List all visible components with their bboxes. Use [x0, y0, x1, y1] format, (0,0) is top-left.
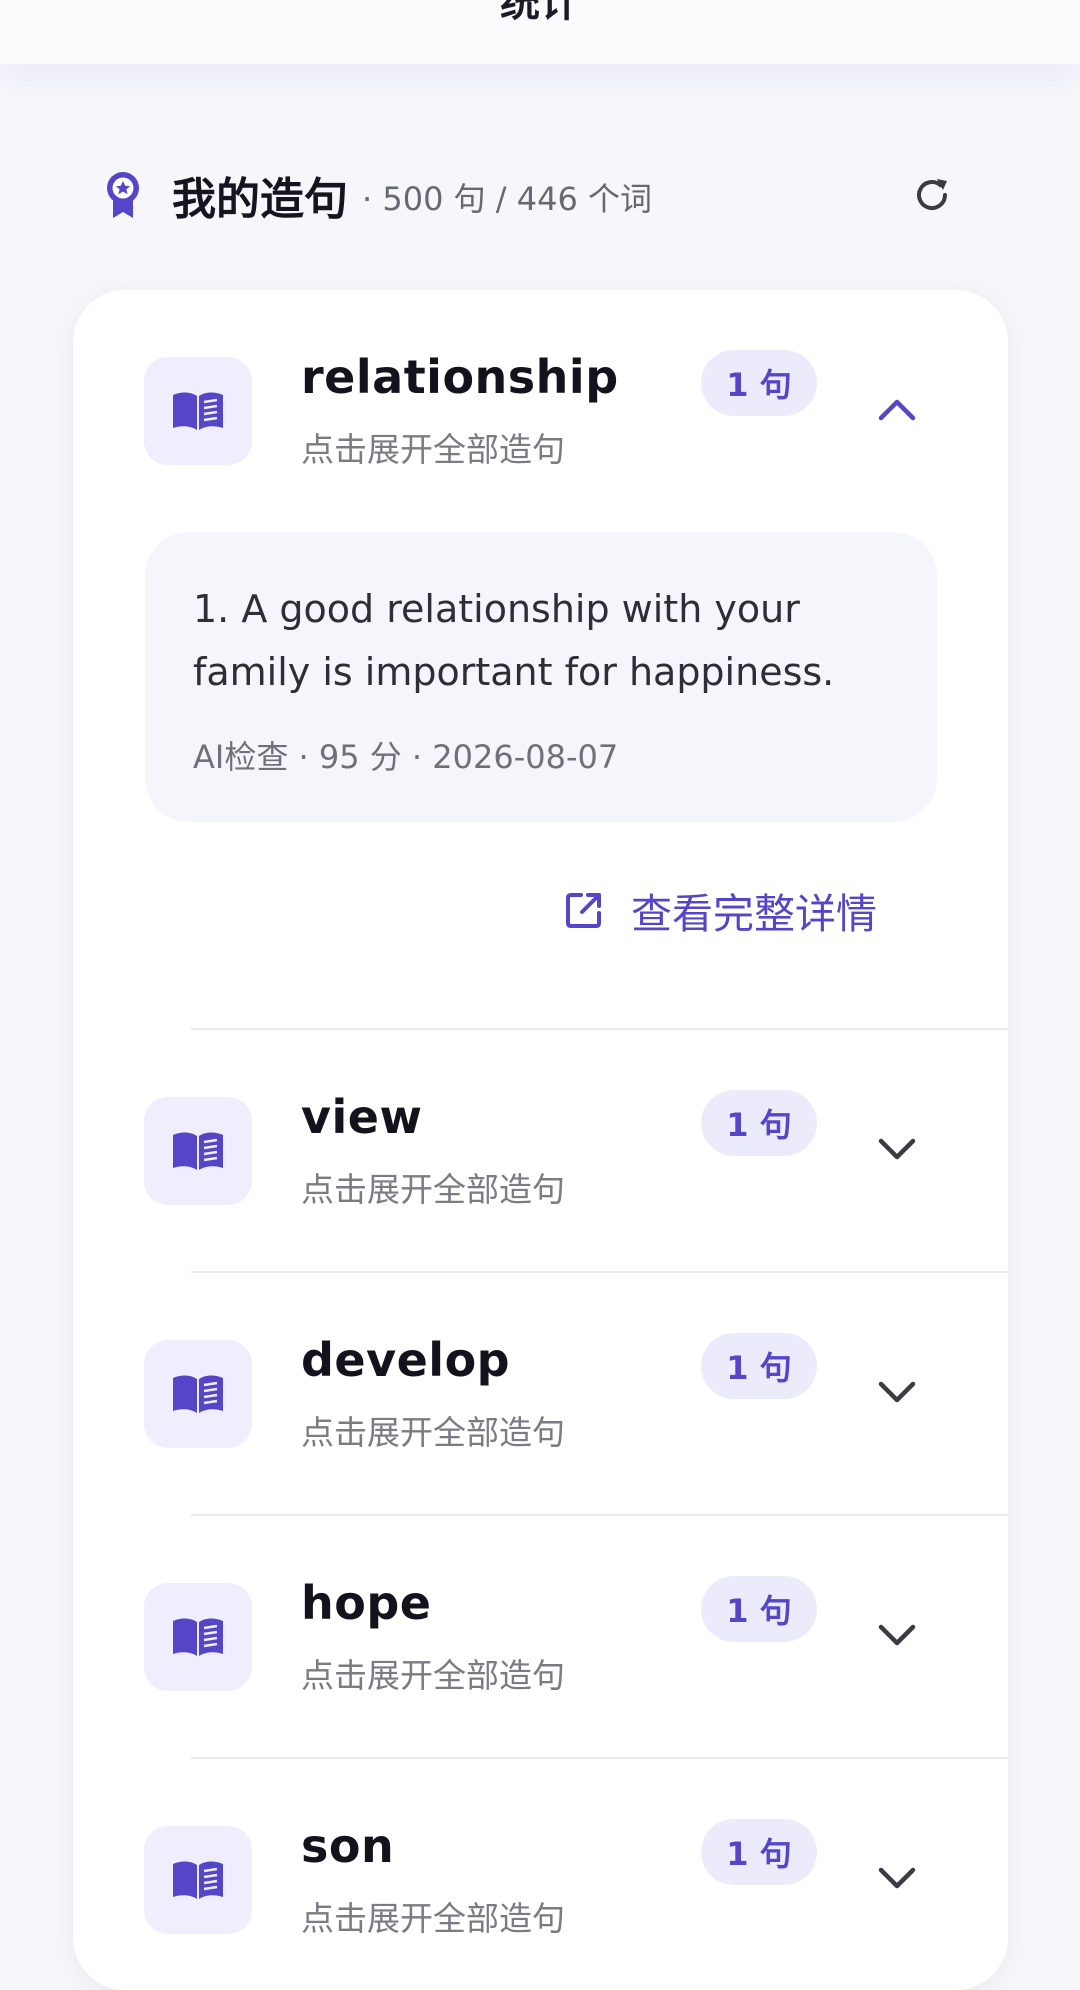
top-bar: 统计: [0, 0, 1080, 64]
chevron-up-icon[interactable]: [873, 385, 921, 433]
section-stats: · 500 句 / 446 个词: [362, 180, 652, 218]
sentence-text: 1. A good relationship with your family …: [193, 587, 835, 694]
count-badge: 1 句: [701, 1819, 817, 1885]
word-title: hope: [301, 1576, 432, 1630]
open-book-icon: [144, 357, 252, 465]
refresh-icon[interactable]: [908, 171, 956, 219]
chevron-down-icon[interactable]: [873, 1368, 921, 1416]
word-hint: 点击展开全部造句: [301, 430, 565, 469]
word-hint: 点击展开全部造句: [301, 1656, 565, 1695]
count-badge: 1 句: [701, 350, 817, 416]
word-title: view: [301, 1090, 423, 1144]
chevron-down-icon[interactable]: [873, 1854, 921, 1902]
view-details-label: 查看完整详情: [631, 890, 877, 938]
word-row-hope[interactable]: hope 点击展开全部造句 1 句: [73, 1516, 1008, 1716]
word-row-son[interactable]: son 点击展开全部造句 1 句: [73, 1759, 1008, 1959]
award-ribbon-icon: [98, 169, 148, 221]
sentence-meta: AI检查 · 95 分 · 2026-08-07: [193, 738, 619, 776]
count-badge: 1 句: [701, 1576, 817, 1642]
section-header: 我的造句 · 500 句 / 446 个词: [98, 165, 968, 225]
chevron-down-icon[interactable]: [873, 1125, 921, 1173]
open-book-icon: [144, 1097, 252, 1205]
word-title: son: [301, 1819, 395, 1873]
count-badge: 1 句: [701, 1090, 817, 1156]
word-row-develop[interactable]: develop 点击展开全部造句 1 句: [73, 1273, 1008, 1473]
chevron-down-icon[interactable]: [873, 1611, 921, 1659]
sentence-card: relationship 点击展开全部造句 1 句 1. A good rela…: [73, 290, 1008, 1990]
word-hint: 点击展开全部造句: [301, 1413, 565, 1452]
count-badge: 1 句: [701, 1333, 817, 1399]
word-row-relationship[interactable]: relationship 点击展开全部造句 1 句: [73, 290, 1008, 490]
open-book-icon: [144, 1583, 252, 1691]
external-link-icon: [566, 893, 601, 928]
word-title: relationship: [301, 350, 619, 404]
top-bar-title: 统计: [500, 0, 580, 26]
open-book-icon: [144, 1826, 252, 1934]
word-row-view[interactable]: view 点击展开全部造句 1 句: [73, 1030, 1008, 1230]
view-details-link[interactable]: 查看完整详情: [563, 880, 877, 940]
word-hint: 点击展开全部造句: [301, 1899, 565, 1938]
word-title: develop: [301, 1333, 511, 1387]
section-title: 我的造句: [172, 174, 348, 225]
word-hint: 点击展开全部造句: [301, 1170, 565, 1209]
sentence-item: 1. A good relationship with your family …: [145, 532, 937, 822]
open-book-icon: [144, 1340, 252, 1448]
